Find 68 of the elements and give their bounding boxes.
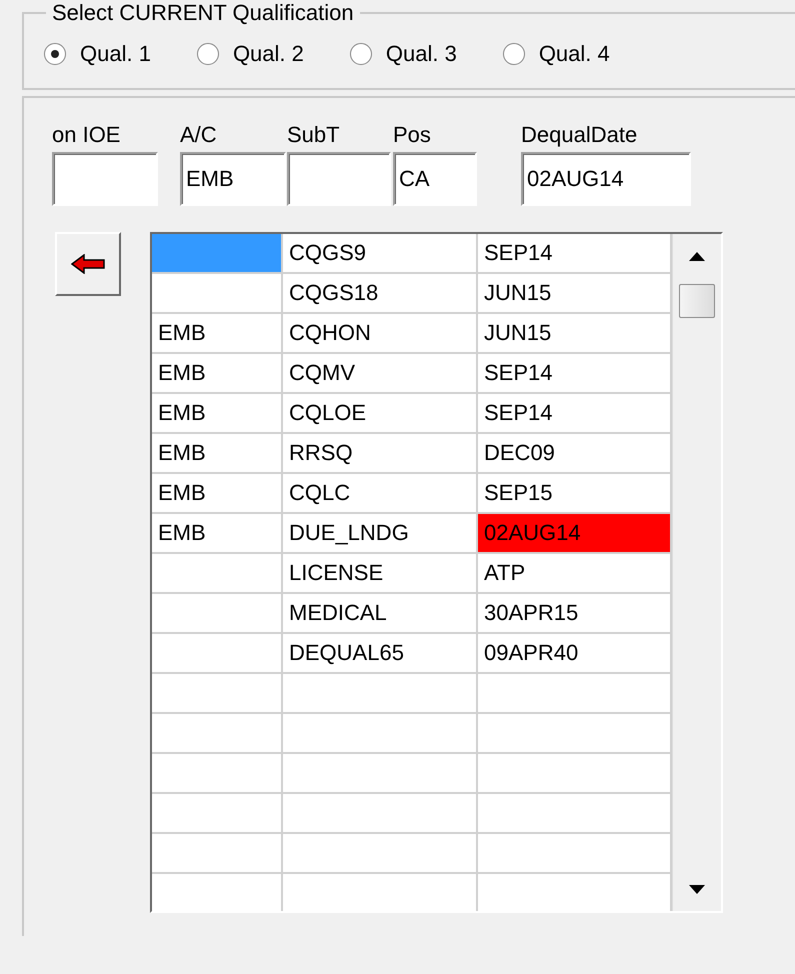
- table-cell[interactable]: [152, 594, 283, 634]
- table-cell[interactable]: CQMV: [283, 354, 478, 394]
- table-cell[interactable]: CQLOE: [283, 394, 478, 434]
- field-label: A/C: [180, 122, 218, 149]
- input-field[interactable]: 02AUG14: [521, 152, 691, 206]
- table-cell[interactable]: ATP: [478, 554, 672, 594]
- radio-option[interactable]: Qual. 4: [502, 41, 610, 67]
- table-cell[interactable]: 30APR15: [478, 594, 672, 634]
- table-cell[interactable]: [152, 834, 283, 874]
- back-button[interactable]: [55, 232, 121, 296]
- radio-icon[interactable]: [196, 43, 219, 65]
- input-field[interactable]: [287, 152, 391, 206]
- field-label: DequalDate: [521, 122, 638, 149]
- table-cell[interactable]: DEQUAL65: [283, 634, 478, 674]
- table-cell[interactable]: [152, 234, 283, 274]
- table-cell[interactable]: EMB: [152, 434, 283, 474]
- radio-option[interactable]: Qual. 3: [350, 41, 457, 67]
- radio-icon[interactable]: [502, 43, 525, 65]
- table-cell[interactable]: SEP14: [478, 234, 672, 274]
- table-cell[interactable]: CQLC: [283, 474, 478, 514]
- input-field[interactable]: [52, 152, 158, 206]
- table-cell[interactable]: [152, 714, 283, 754]
- scrollbar[interactable]: [672, 234, 721, 911]
- table-cell[interactable]: SEP14: [478, 394, 672, 434]
- table-cell[interactable]: [283, 754, 478, 794]
- table-cell[interactable]: CQGS9: [283, 234, 478, 274]
- field-label: Pos: [393, 122, 432, 149]
- table-cell[interactable]: MEDICAL: [283, 594, 478, 634]
- table-cell[interactable]: [283, 674, 478, 714]
- radio-icon[interactable]: [44, 43, 66, 65]
- table-cell[interactable]: SEP14: [478, 354, 672, 394]
- scroll-down-icon[interactable]: [689, 884, 705, 894]
- table-cell[interactable]: RRSQ: [283, 434, 478, 474]
- table-cell[interactable]: EMB: [152, 474, 283, 514]
- table-cell[interactable]: [152, 674, 283, 714]
- table-cell[interactable]: [152, 274, 283, 314]
- table-cell[interactable]: [283, 794, 478, 834]
- table-cell[interactable]: EMB: [152, 354, 283, 394]
- table-cell[interactable]: CQGS18: [283, 274, 478, 314]
- table-cell[interactable]: DEC09: [478, 434, 672, 474]
- group-title: Select CURRENT Qualification: [51, 0, 355, 26]
- table-cell[interactable]: [283, 834, 478, 874]
- table-cell[interactable]: EMB: [152, 314, 283, 354]
- table-cell[interactable]: 09APR40: [478, 634, 672, 674]
- table-cell[interactable]: 02AUG14: [478, 514, 672, 554]
- radio-option[interactable]: Qual. 1: [44, 41, 151, 67]
- field-label: SubT: [287, 122, 341, 149]
- radio-option[interactable]: Qual. 2: [196, 41, 304, 67]
- scroll-up-icon[interactable]: [689, 252, 705, 260]
- table-cell[interactable]: JUN15: [478, 274, 672, 314]
- table-cell[interactable]: LICENSE: [283, 554, 478, 594]
- left-arrow-icon: [71, 254, 105, 274]
- table-cell[interactable]: [152, 554, 283, 594]
- table-cell[interactable]: SEP15: [478, 474, 672, 514]
- table-cell[interactable]: [152, 754, 283, 794]
- table-cell[interactable]: EMB: [152, 514, 283, 554]
- table-cell[interactable]: JUN15: [478, 314, 672, 354]
- input-field[interactable]: CA: [393, 152, 477, 206]
- field-label: on IOE: [52, 122, 122, 149]
- table-cell[interactable]: [152, 794, 283, 834]
- input-field[interactable]: EMB: [180, 152, 286, 206]
- table-cell[interactable]: [152, 634, 283, 674]
- radio-icon[interactable]: [350, 43, 372, 65]
- scroll-thumb[interactable]: [679, 284, 715, 318]
- table-cell[interactable]: DUE_LNDG: [283, 514, 478, 554]
- table-cell[interactable]: CQHON: [283, 314, 478, 354]
- table-cell[interactable]: EMB: [152, 394, 283, 434]
- table-cell[interactable]: [283, 714, 478, 754]
